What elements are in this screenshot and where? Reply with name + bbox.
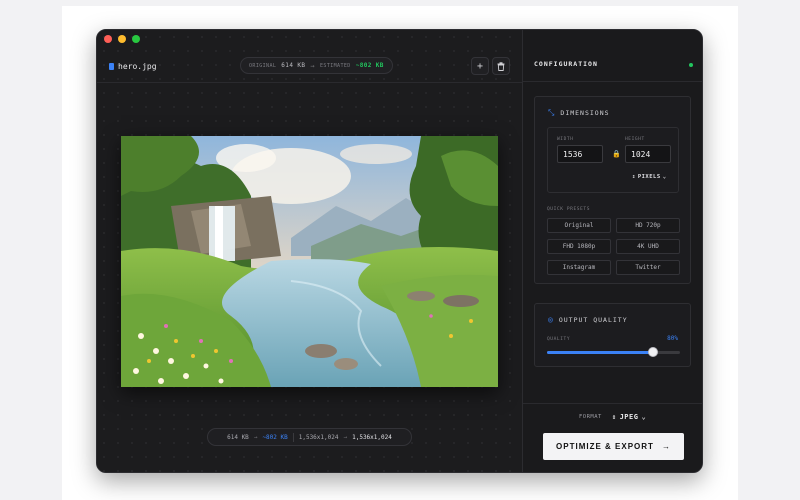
app-window: hero.jpg ORIGINAL 614 KB → ESTIMATED ~80… (96, 29, 703, 473)
preset-twitter[interactable]: Twitter (616, 260, 680, 275)
arrow-right-icon: → (661, 442, 671, 451)
arrow-right-icon: → (310, 61, 315, 70)
configuration-panel: CONFIGURATION ⤡ DIMENSIONS WIDTH 1536 🔒 … (522, 30, 702, 472)
dimensions-fields: WIDTH 1536 🔒 HEIGHT 1024 ⇕ PIXELS ⌄ (547, 127, 679, 193)
size-stats-bar: 614 KB → ~802 KB 1,536x1,024 → 1,536x1,0… (207, 428, 412, 446)
format-row: FORMAT ⇕ JPEG ⌄ (579, 413, 646, 421)
arrow-right-icon: → (343, 433, 348, 441)
stats-separator (292, 432, 294, 442)
quality-label: QUALITY (547, 337, 571, 342)
preset-original[interactable]: Original (547, 218, 611, 233)
resize-icon: ⤡ (548, 108, 556, 117)
estimated-label: ESTIMATED (320, 62, 351, 69)
file-name: hero.jpg (109, 62, 157, 71)
panel-title: CONFIGURATION (534, 60, 598, 68)
panel-divider (523, 403, 702, 404)
quality-title: ◎ OUTPUT QUALITY (548, 315, 628, 324)
estimated-size: ~802 KB (355, 62, 384, 69)
file-name-label: hero.jpg (118, 62, 157, 71)
dimensions-card: ⤡ DIMENSIONS WIDTH 1536 🔒 HEIGHT 1024 ⇕ … (534, 96, 691, 284)
quality-slider[interactable] (547, 347, 680, 357)
delete-button[interactable] (492, 57, 510, 75)
status-indicator (689, 63, 693, 67)
maximize-window-button[interactable] (132, 35, 140, 43)
dimensions-title: ⤡ DIMENSIONS (548, 108, 610, 118)
close-window-button[interactable] (104, 35, 112, 43)
size-estimate-pill: ORIGINAL 614 KB → ESTIMATED ~802 KB (240, 57, 393, 74)
export-label: OPTIMIZE & EXPORT (556, 442, 654, 451)
up-down-icon: ⇕ (611, 413, 617, 421)
width-label: WIDTH (557, 137, 574, 142)
panel-divider (523, 81, 702, 82)
format-select[interactable]: ⇕ JPEG ⌄ (612, 413, 646, 421)
preset-fhd-1080p[interactable]: FHD 1080p (547, 239, 611, 254)
format-label: FORMAT (579, 414, 602, 420)
landscape-photo (121, 136, 498, 387)
height-label: HEIGHT (625, 137, 645, 142)
editor-canvas: hero.jpg ORIGINAL 614 KB → ESTIMATED ~80… (97, 30, 522, 472)
arrow-right-icon: → (253, 433, 258, 441)
preset-hd-720p[interactable]: HD 720p (616, 218, 680, 233)
chevron-down-icon: ⌄ (662, 174, 667, 180)
preset-instagram[interactable]: Instagram (547, 260, 611, 275)
unit-value: PIXELS (637, 174, 661, 180)
stats-dims-from: 1,536x1,024 (298, 433, 339, 441)
stats-size-to: ~802 KB (262, 433, 288, 441)
quality-card: ◎ OUTPUT QUALITY QUALITY 80% (534, 303, 691, 367)
quality-title-label: OUTPUT QUALITY (558, 315, 628, 324)
toolbar-divider (97, 82, 522, 83)
file-icon (109, 63, 114, 70)
dimensions-title-label: DIMENSIONS (560, 109, 610, 117)
editor-toolbar: hero.jpg ORIGINAL 614 KB → ESTIMATED ~80… (97, 50, 522, 82)
original-label: ORIGINAL (249, 62, 277, 69)
format-value: JPEG (619, 413, 639, 421)
height-input[interactable]: 1024 (625, 145, 671, 163)
trash-icon (497, 61, 505, 71)
up-down-icon: ⇕ (632, 174, 636, 180)
quality-slider-thumb[interactable] (648, 347, 659, 357)
preset-4k-uhd[interactable]: 4K UHD (616, 239, 680, 254)
chevron-down-icon: ⌄ (641, 413, 647, 421)
stats-dims-to: 1,536x1,024 (352, 433, 392, 441)
quality-icon: ◎ (548, 315, 554, 324)
window-controls (104, 35, 140, 43)
quality-value: 80% (667, 335, 678, 342)
presets-label: QUICK PRESETS (547, 207, 591, 212)
optimize-export-button[interactable]: OPTIMIZE & EXPORT → (543, 433, 684, 460)
add-button[interactable]: + (471, 57, 489, 75)
plus-icon: + (476, 60, 484, 72)
unit-select[interactable]: ⇕ PIXELS ⌄ (632, 174, 667, 180)
stats-size-from: 614 KB (227, 433, 249, 441)
aspect-lock-icon[interactable]: 🔒 (612, 150, 621, 158)
width-input[interactable]: 1536 (557, 145, 603, 163)
original-size: 614 KB (281, 62, 306, 69)
minimize-window-button[interactable] (118, 35, 126, 43)
image-preview (121, 136, 498, 387)
quality-slider-fill (547, 351, 654, 354)
